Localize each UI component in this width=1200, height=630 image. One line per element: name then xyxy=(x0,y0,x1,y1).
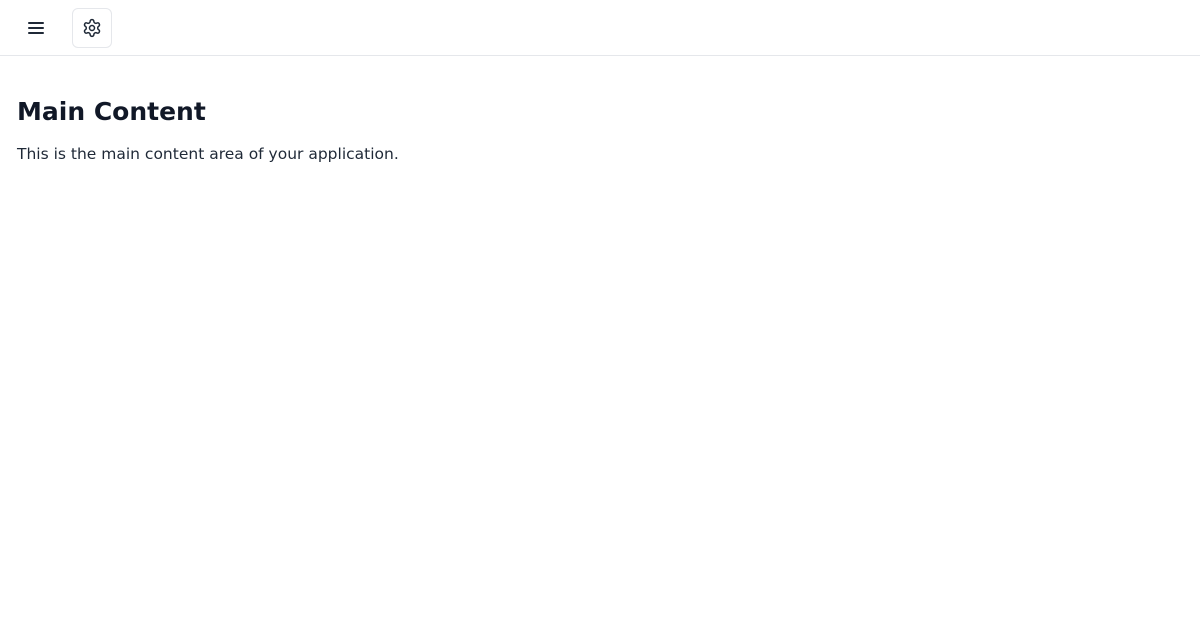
hamburger-menu-icon xyxy=(27,21,45,35)
main-content: Main Content This is the main content ar… xyxy=(17,97,1177,165)
top-bar xyxy=(0,0,1200,56)
settings-button[interactable] xyxy=(72,8,112,48)
gear-icon xyxy=(82,18,102,38)
menu-button[interactable] xyxy=(16,8,56,48)
page-description: This is the main content area of your ap… xyxy=(17,145,399,163)
page-title: Main Content xyxy=(17,97,206,126)
